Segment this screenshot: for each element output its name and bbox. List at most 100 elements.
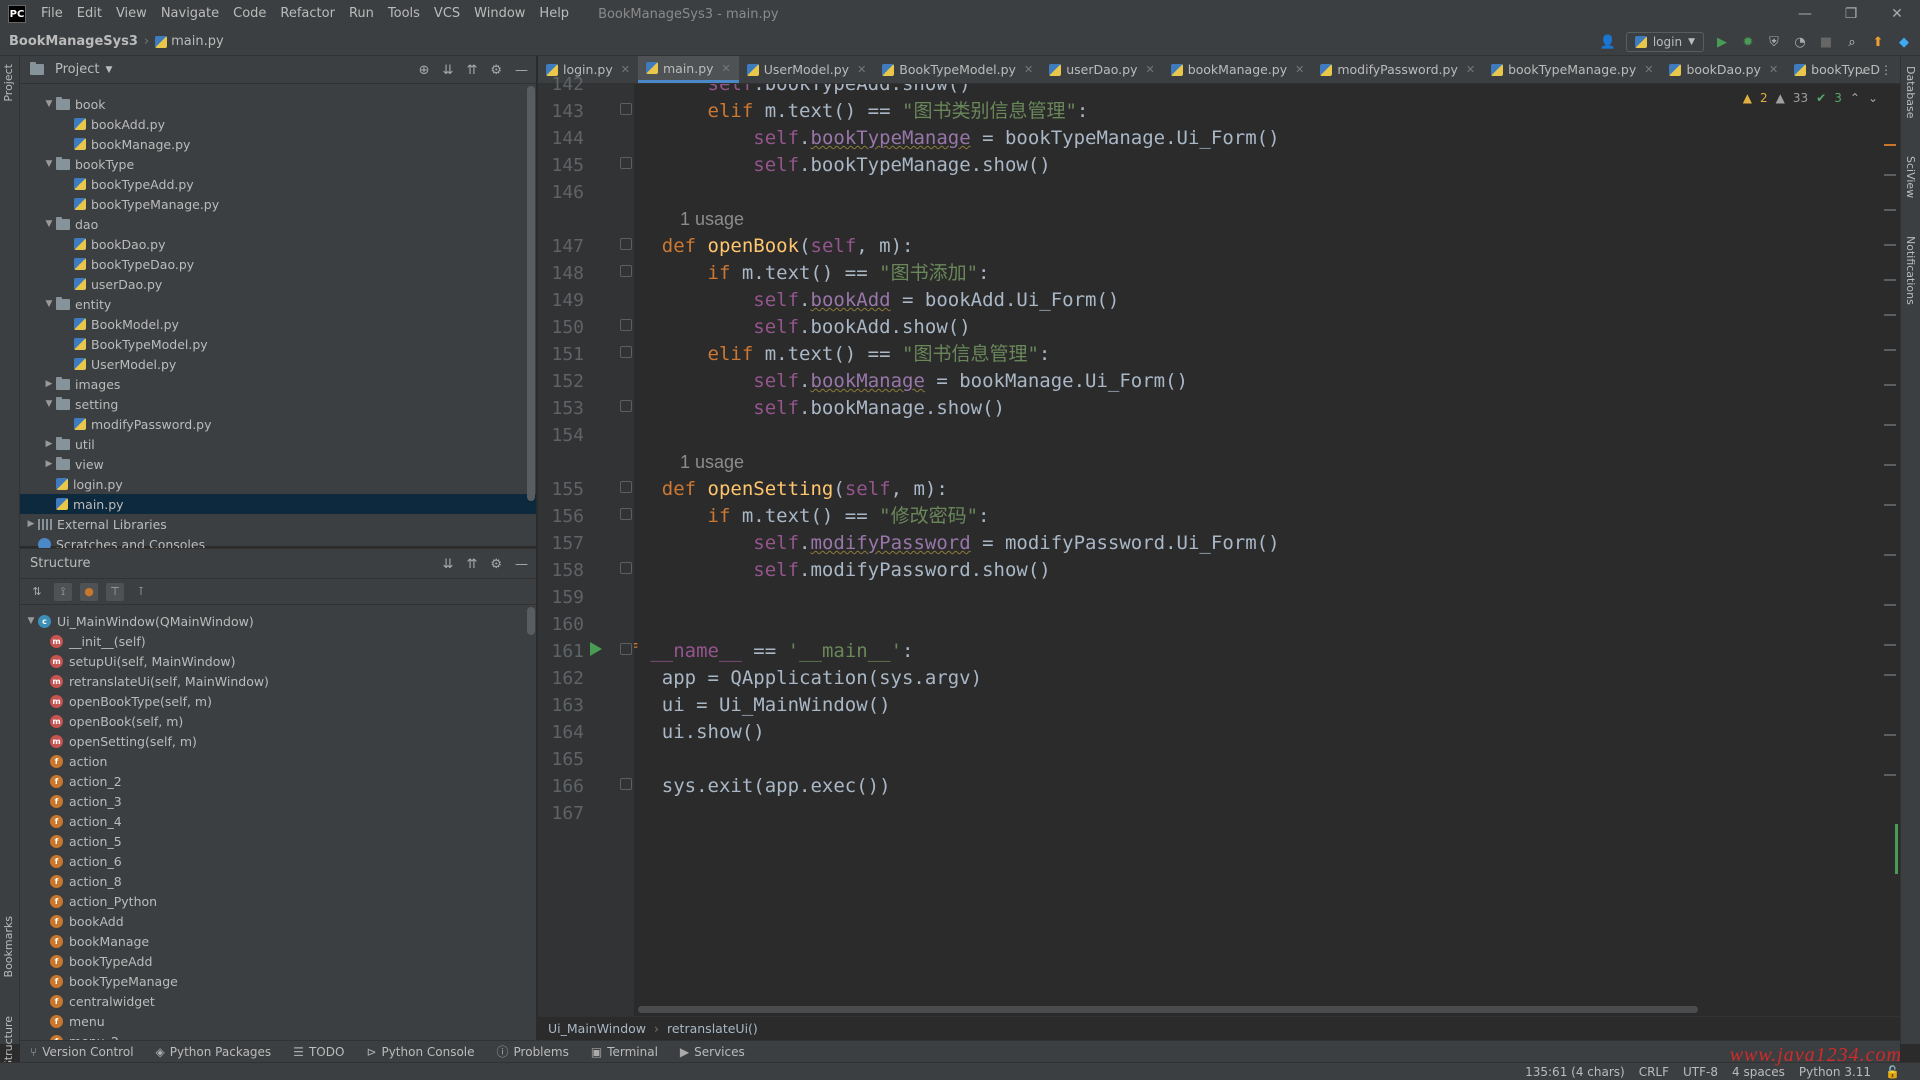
structure-method[interactable]: m __init__(self): [20, 631, 536, 651]
tool-window-version-control[interactable]: ⑂ Version Control: [30, 1045, 134, 1059]
close-tab-icon[interactable]: ✕: [1145, 63, 1154, 76]
structure-field[interactable]: f action_4: [20, 811, 536, 831]
structure-field[interactable]: f menu: [20, 1011, 536, 1031]
tree-file[interactable]: bookTypeManage.py: [20, 194, 536, 214]
collapse-all-icon[interactable]: ⇈: [466, 63, 477, 78]
show-fields-icon[interactable]: ●: [80, 582, 98, 601]
menu-code[interactable]: Code: [226, 0, 273, 28]
close-tab-icon[interactable]: ✕: [1769, 63, 1778, 76]
update-icon[interactable]: ⬆: [1870, 34, 1886, 50]
editor-tab[interactable]: userDao.py ✕: [1041, 56, 1163, 83]
menu-file[interactable]: File: [34, 0, 70, 28]
tool-window-todo[interactable]: ☰ TODO: [293, 1045, 344, 1059]
chevron-right-icon[interactable]: ▶: [24, 519, 38, 529]
code-line[interactable]: sys.exit(app.exec()): [634, 770, 891, 803]
fold-marker-icon[interactable]: [620, 778, 632, 790]
project-scrollbar[interactable]: [527, 86, 535, 501]
structure-method[interactable]: m openBook(self, m): [20, 711, 536, 731]
coverage-icon[interactable]: ⛨: [1766, 34, 1782, 50]
filter-icon[interactable]: ⊺: [132, 583, 150, 601]
tree-file[interactable]: BookTypeModel.py: [20, 334, 536, 354]
menu-tools[interactable]: Tools: [381, 0, 427, 28]
show-inherited-icon[interactable]: ⟟: [54, 582, 72, 601]
chevron-right-icon[interactable]: ▶: [42, 459, 56, 469]
menu-help[interactable]: Help: [532, 0, 576, 28]
notifications-tool-tab[interactable]: Notifications: [1904, 236, 1917, 305]
breadcrumb-file[interactable]: main.py: [155, 34, 224, 49]
gear-icon[interactable]: ⚙: [490, 557, 502, 572]
structure-method[interactable]: m openSetting(self, m): [20, 731, 536, 751]
code-line[interactable]: self.modifyPassword.show(): [634, 554, 1050, 587]
tree-folder[interactable]: ▼ dao: [20, 214, 536, 234]
chevron-down-icon[interactable]: ▼: [42, 399, 56, 409]
tree-file[interactable]: main.py: [20, 494, 536, 514]
code-area[interactable]: self.bookTypeAdd.show() elif m.text() ==…: [634, 84, 1864, 1016]
hide-icon[interactable]: —: [515, 63, 528, 78]
jetbrains-icon[interactable]: ◆: [1896, 34, 1912, 50]
tree-file[interactable]: bookAdd.py: [20, 114, 536, 134]
editor-tab[interactable]: bookTypeManage.py ✕: [1483, 56, 1661, 83]
close-tab-icon[interactable]: ✕: [1024, 63, 1033, 76]
breadcrumb-method[interactable]: retranslateUi(): [667, 1021, 758, 1036]
code-line[interactable]: ui.show(): [634, 716, 765, 749]
structure-field[interactable]: f centralwidget: [20, 991, 536, 1011]
tree-file[interactable]: bookTypeAdd.py: [20, 174, 536, 194]
chevron-up-icon[interactable]: ⌃: [1850, 91, 1860, 105]
structure-tool-tab[interactable]: Structure: [2, 1016, 15, 1067]
structure-root[interactable]: ▼ c Ui_MainWindow(QMainWindow): [20, 611, 536, 631]
tool-window-problems[interactable]: ⓘ Problems: [497, 1043, 569, 1060]
sort-alpha-icon[interactable]: ⇅: [28, 583, 46, 601]
tool-window-services[interactable]: ▶ Services: [680, 1045, 745, 1059]
tree-folder[interactable]: ▶ util: [20, 434, 536, 454]
structure-field[interactable]: f action_3: [20, 791, 536, 811]
tool-window-python-console[interactable]: ⊳ Python Console: [366, 1045, 474, 1059]
error-stripe[interactable]: [1880, 84, 1900, 1016]
chevron-right-icon[interactable]: ▶: [42, 379, 56, 389]
tree-folder[interactable]: ▼ setting: [20, 394, 536, 414]
fold-marker-icon[interactable]: [620, 265, 632, 277]
minimize-icon[interactable]: —: [1782, 0, 1828, 28]
fold-marker-icon[interactable]: [620, 346, 632, 358]
project-view-selector[interactable]: Project ▼: [30, 62, 112, 77]
structure-field[interactable]: f action_Python: [20, 891, 536, 911]
fold-marker-icon[interactable]: [620, 103, 632, 115]
tree-folder[interactable]: ▼ book: [20, 94, 536, 114]
menu-edit[interactable]: Edit: [70, 0, 109, 28]
stop-icon[interactable]: ■: [1818, 34, 1834, 50]
tree-folder[interactable]: ▶ images: [20, 374, 536, 394]
chevron-down-icon[interactable]: ▼: [42, 159, 56, 169]
structure-method[interactable]: m openBookType(self, m): [20, 691, 536, 711]
editor-tab[interactable]: main.py ✕: [637, 56, 739, 83]
structure-field[interactable]: f bookTypeManage: [20, 971, 536, 991]
breadcrumb-project[interactable]: BookManageSys3: [9, 34, 138, 49]
fold-marker-icon[interactable]: [620, 481, 632, 493]
structure-field[interactable]: f action_6: [20, 851, 536, 871]
line-separator[interactable]: CRLF: [1639, 1065, 1669, 1079]
fold-marker-icon[interactable]: [620, 643, 632, 655]
tree-file[interactable]: UserModel.py: [20, 354, 536, 374]
tree-file[interactable]: login.py: [20, 474, 536, 494]
structure-scrollbar[interactable]: [527, 607, 535, 635]
expand-all-icon[interactable]: ⇊: [443, 557, 454, 572]
structure-method[interactable]: m retranslateUi(self, MainWindow): [20, 671, 536, 691]
menu-window[interactable]: Window: [467, 0, 532, 28]
close-tab-icon[interactable]: ✕: [621, 63, 630, 76]
navigate-autoscroll-icon[interactable]: ⊤: [106, 582, 124, 601]
fold-marker-icon[interactable]: [620, 157, 632, 169]
restore-icon[interactable]: ❐: [1828, 0, 1874, 28]
project-tool-tab[interactable]: Project: [2, 64, 15, 102]
close-tab-icon[interactable]: ✕: [722, 62, 731, 75]
structure-field[interactable]: f action_2: [20, 771, 536, 791]
run-gutter-icon[interactable]: [590, 642, 602, 656]
code-line[interactable]: self.bookManage.show(): [634, 392, 1005, 425]
menu-view[interactable]: View: [109, 0, 154, 28]
database-tool-tab[interactable]: Database: [1904, 66, 1917, 119]
caret-position[interactable]: 135:61 (4 chars): [1525, 1065, 1625, 1079]
chevron-down-icon[interactable]: ▼: [42, 99, 56, 109]
tree-file[interactable]: userDao.py: [20, 274, 536, 294]
menu-vcs[interactable]: VCS: [427, 0, 467, 28]
expand-all-icon[interactable]: ⇊: [443, 63, 454, 78]
debug-icon[interactable]: ✹: [1740, 34, 1756, 50]
editor-tab[interactable]: bookManage.py ✕: [1163, 56, 1313, 83]
hide-icon[interactable]: —: [515, 557, 528, 572]
